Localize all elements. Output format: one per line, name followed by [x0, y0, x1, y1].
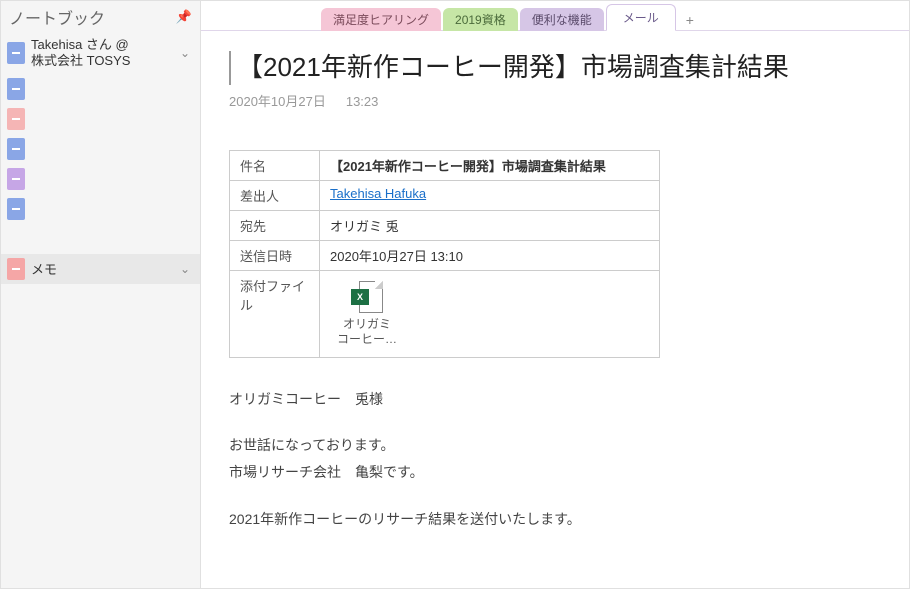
sidebar-title: ノートブック [9, 5, 105, 29]
mail-from-label: 差出人 [230, 180, 320, 210]
chevron-down-icon[interactable]: ⌄ [180, 262, 194, 276]
notebook-label: メモ [31, 259, 174, 278]
tab-2019cert[interactable]: 2019資格 [443, 8, 518, 31]
sidebar-header: ノートブック 📌 [1, 1, 200, 33]
attachment-filename: オリガミ コーヒー… [337, 317, 397, 347]
mail-to-value: オリガミ 兎 [320, 210, 660, 240]
page-timestamp: 2020年10月27日13:23 [229, 91, 881, 110]
notebook-icon [7, 108, 25, 130]
notebook-item[interactable] [1, 74, 200, 104]
tab-satisfaction[interactable]: 満足度ヒアリング [321, 8, 441, 31]
mail-header-table: 件名 【2021年新作コーヒー開発】市場調査集計結果 差出人 Takehisa … [229, 150, 660, 358]
tabbar: 満足度ヒアリング 2019資格 便利な機能 メール + [201, 1, 909, 31]
notebook-item[interactable] [1, 134, 200, 164]
mail-subject-value: 【2021年新作コーヒー開発】市場調査集計結果 [320, 150, 660, 180]
mail-body: オリガミコーヒー 兎様 お世話になっております。 市場リサーチ会社 亀梨です。 … [229, 386, 881, 532]
tab-features[interactable]: 便利な機能 [520, 8, 604, 31]
notebook-icon [7, 42, 25, 64]
mail-greeting: オリガミコーヒー 兎様 [229, 386, 881, 413]
chevron-down-icon[interactable]: ⌄ [180, 46, 194, 60]
mail-content-line: 2021年新作コーヒーのリサーチ結果を送付いたします。 [229, 506, 881, 533]
notebook-item[interactable] [1, 104, 200, 134]
notebook-icon [7, 138, 25, 160]
page-title[interactable]: 【2021年新作コーヒー開発】市場調査集計結果 [229, 51, 881, 85]
attachment-item[interactable]: X オリガミ コーヒー… [332, 281, 402, 347]
sidebar: ノートブック 📌 Takehisa さん @ 株式会社 TOSYS ⌄ メモ ⌄ [1, 1, 201, 588]
tab-mail[interactable]: メール [606, 4, 676, 31]
notebook-icon [7, 258, 25, 280]
notebook-item-main[interactable]: Takehisa さん @ 株式会社 TOSYS ⌄ [1, 33, 200, 74]
notebook-icon [7, 78, 25, 100]
tab-add-button[interactable]: + [678, 9, 702, 31]
notebook-item[interactable] [1, 164, 200, 194]
notebook-label: Takehisa さん @ 株式会社 TOSYS [31, 37, 174, 70]
mail-subject-label: 件名 [230, 150, 320, 180]
page-content: 【2021年新作コーヒー開発】市場調査集計結果 2020年10月27日13:23… [201, 31, 909, 588]
mail-sent-label: 送信日時 [230, 240, 320, 270]
notebook-icon [7, 168, 25, 190]
mail-sent-value: 2020年10月27日 13:10 [320, 240, 660, 270]
notebook-icon [7, 198, 25, 220]
excel-file-icon: X [351, 281, 383, 313]
notebook-item-memo[interactable]: メモ ⌄ [1, 254, 200, 284]
mail-attach-label: 添付ファイル [230, 270, 320, 357]
main-area: 満足度ヒアリング 2019資格 便利な機能 メール + 【2021年新作コーヒー… [201, 1, 909, 588]
mail-from-link[interactable]: Takehisa Hafuka [330, 186, 426, 201]
notebook-item[interactable] [1, 194, 200, 224]
pin-icon[interactable]: 📌 [176, 9, 192, 25]
mail-to-label: 宛先 [230, 210, 320, 240]
mail-intro: お世話になっております。 市場リサーチ会社 亀梨です。 [229, 432, 881, 485]
